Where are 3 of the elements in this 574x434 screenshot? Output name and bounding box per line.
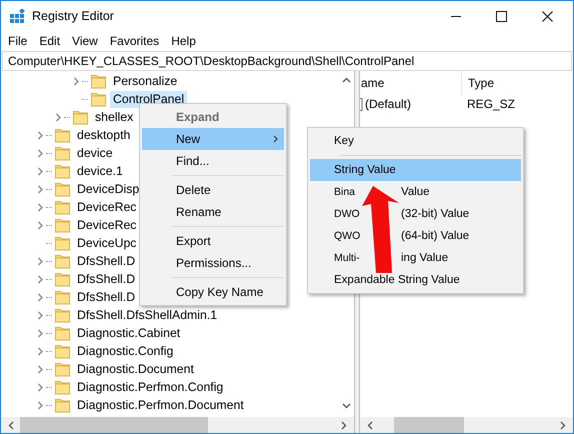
table-cell: (Default) [365,97,412,111]
table-cell-text: REG_SZ [466,97,516,111]
window-title: Registry Editor [32,9,114,23]
